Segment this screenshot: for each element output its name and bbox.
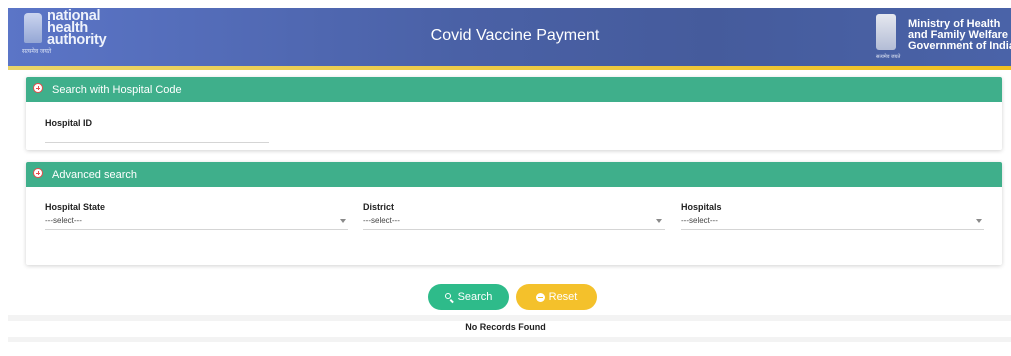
hospital-id-input[interactable] xyxy=(45,129,269,142)
no-records-message: No Records Found xyxy=(465,322,546,332)
nha-logo-text: national health authority xyxy=(47,9,107,48)
search-button[interactable]: Search xyxy=(428,284,509,310)
hospital-code-heading: Search with Hospital Code xyxy=(52,84,182,96)
chevron-down-icon xyxy=(976,219,982,223)
chevron-down-icon xyxy=(656,219,662,223)
reset-button-label: Reset xyxy=(548,291,578,303)
hospitals-value: ---select--- xyxy=(681,216,718,225)
hospital-code-header[interactable]: Search with Hospital Code xyxy=(26,77,1002,102)
hospitals-label: Hospitals xyxy=(681,202,722,212)
header-accent-strip xyxy=(8,66,1011,70)
advanced-search-header[interactable]: Advanced search xyxy=(26,162,1002,187)
nha-logo-tagline: सत्यमेव जयते xyxy=(22,49,52,55)
chevron-down-icon xyxy=(340,219,346,223)
hospital-id-label: Hospital ID xyxy=(45,118,93,128)
mohfw-logo-text: Ministry of Health and Family Welfare Go… xyxy=(908,19,1011,52)
emblem-icon xyxy=(24,13,42,43)
hospital-state-value: ---select--- xyxy=(45,216,82,225)
district-label: District xyxy=(363,202,395,212)
page-title: Covid Vaccine Payment xyxy=(430,27,600,44)
advanced-search-card: Advanced search Hospital State ---select… xyxy=(26,162,1002,265)
hospital-id-underline xyxy=(45,142,269,143)
hospital-state-underline xyxy=(45,229,348,230)
expand-plus-icon[interactable] xyxy=(33,83,43,93)
nha-logo: national health authority सत्यमेव जयते xyxy=(20,9,130,55)
district-value: ---select--- xyxy=(363,216,400,225)
hospitals-select[interactable]: ---select--- xyxy=(681,213,984,229)
search-button-label: Search xyxy=(457,291,493,303)
hospital-code-card: Search with Hospital Code Hospital ID xyxy=(26,77,1002,150)
hospitals-underline xyxy=(681,229,984,230)
reset-button[interactable]: Reset xyxy=(516,284,597,310)
search-icon xyxy=(444,292,454,302)
mohfw-logo: Ministry of Health and Family Welfare Go… xyxy=(872,10,1011,60)
hospital-state-label: Hospital State xyxy=(45,202,106,212)
mohfw-line3: Government of India xyxy=(908,40,1011,52)
district-underline xyxy=(363,229,665,230)
expand-plus-icon[interactable] xyxy=(33,168,43,178)
national-emblem-icon xyxy=(876,14,896,50)
district-select[interactable]: ---select--- xyxy=(363,213,665,229)
minus-circle-icon xyxy=(535,292,545,302)
hospital-state-select[interactable]: ---select--- xyxy=(45,213,348,229)
nha-logo-line3: authority xyxy=(47,32,107,48)
mohfw-tagline: सत्यमेव जयते xyxy=(876,54,901,60)
advanced-search-heading: Advanced search xyxy=(52,169,137,181)
